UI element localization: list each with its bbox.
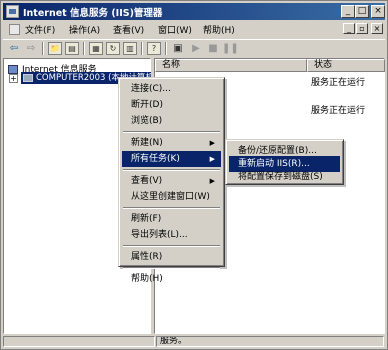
back-arrow-icon[interactable]: ⇦ [7, 42, 21, 55]
submenu-item-label: 备份/还原配置(B)... [238, 146, 317, 156]
status-text: 服务。 [156, 336, 384, 347]
mdi-restore-button[interactable]: ▫ [356, 23, 368, 34]
computer-icon[interactable]: ▣ [171, 42, 185, 55]
toolbar-separator [165, 42, 167, 55]
context-menu-item[interactable]: 新建(N) ▶ [122, 135, 221, 151]
close-button[interactable]: × [371, 5, 385, 18]
context-menu-item-label: 所有任务(K) [131, 154, 180, 164]
menu-separator [123, 245, 220, 247]
list-item-status[interactable]: 服务正在运行 [311, 75, 365, 88]
mdi-minimize-button[interactable]: _ [343, 23, 355, 34]
submenu-item-label: 重新启动 IIS(R)... [238, 159, 310, 169]
refresh-icon[interactable]: ↻ [106, 42, 120, 55]
context-menu-item[interactable]: 属性(R) [122, 249, 221, 265]
context-menu-item[interactable]: 导出列表(L)... [122, 227, 221, 243]
column-header-status[interactable]: 状态 [307, 59, 385, 72]
context-menu-item-label: 刷新(F) [131, 214, 162, 224]
iis-app-icon[interactable] [6, 5, 19, 18]
child-window-icon[interactable] [9, 24, 20, 35]
context-menu-item[interactable]: 断开(D) [122, 97, 221, 113]
context-menu-item-label: 浏览(B) [131, 116, 163, 126]
context-menu-item[interactable]: 刷新(F) [122, 211, 221, 227]
menu-file[interactable]: 文件(F) [25, 23, 55, 36]
menu-separator [123, 207, 220, 209]
context-menu-item-label: 属性(R) [131, 252, 163, 262]
console-tree-icon[interactable]: ▤ [65, 42, 79, 55]
submenu-arrow-icon: ▶ [209, 177, 215, 185]
context-menu: 连接(C)... 断开(D) 浏览(B) 新建(N) ▶ 所有任务(K) ▶ 查看(V) ▶ 从这… [118, 77, 225, 284]
menu-bar: 文件(F) 操作(A) 查看(V) 窗口(W) 帮助(H) _ ▫ × [3, 21, 385, 38]
context-menu-item-label: 导出列表(L)... [131, 230, 188, 240]
window-title: Internet 信息服务 (IIS)管理器 [23, 8, 163, 19]
pause-icon[interactable]: ❚❚ [222, 42, 239, 55]
context-menu-item-label: 帮助(H) [131, 274, 163, 284]
submenu-item-label: 将配置保存到磁盘(S) [238, 172, 323, 182]
context-menu-item[interactable]: 从这里创建窗口(W) [122, 189, 221, 205]
play-icon[interactable]: ▶ [189, 42, 203, 55]
menu-view[interactable]: 查看(V) [113, 23, 144, 36]
context-menu-item[interactable]: 连接(C)... [122, 81, 221, 97]
up-folder-icon[interactable]: 📁 [48, 42, 62, 55]
forward-arrow-icon[interactable]: ⇨ [24, 42, 38, 55]
menu-action[interactable]: 操作(A) [69, 23, 100, 36]
menu-separator [123, 169, 220, 171]
context-menu-item[interactable]: 浏览(B) [122, 113, 221, 129]
menu-help[interactable]: 帮助(H) [203, 23, 235, 36]
context-menu-item[interactable]: 帮助(H) [122, 271, 221, 287]
iis-icon [8, 65, 18, 74]
menu-separator [123, 131, 220, 133]
help-icon[interactable]: ? [147, 42, 161, 55]
export-icon[interactable]: ▥ [123, 42, 137, 55]
toolbar-separator [83, 42, 85, 55]
status-pane-empty [3, 336, 155, 347]
context-menu-item-label: 断开(D) [131, 100, 163, 110]
list-item-status[interactable]: 服务正在运行 [311, 103, 365, 116]
context-menu-item-label: 从这里创建窗口(W) [131, 192, 210, 202]
menu-window[interactable]: 窗口(W) [158, 23, 192, 36]
submenu-item[interactable]: 将配置保存到磁盘(S) [229, 169, 340, 185]
context-menu-item-label: 查看(V) [131, 176, 163, 186]
status-bar: 服务。 [3, 335, 385, 348]
column-header-name[interactable]: 名称 [155, 59, 307, 72]
context-menu-item-label: 新建(N) [131, 138, 163, 148]
context-menu-item-label: 连接(C)... [131, 84, 171, 94]
maximize-button[interactable]: □ [355, 5, 369, 18]
context-menu-item[interactable]: 查看(V) ▶ [122, 173, 221, 189]
submenu-arrow-icon: ▶ [209, 155, 215, 163]
expand-icon[interactable]: + [9, 74, 18, 83]
stop-icon[interactable]: ■ [206, 42, 220, 55]
title-bar[interactable]: Internet 信息服务 (IIS)管理器 _ □ × [3, 3, 385, 20]
all-tasks-submenu: 备份/还原配置(B)... 重新启动 IIS(R)... 将配置保存到磁盘(S) [225, 139, 344, 185]
submenu-arrow-icon: ▶ [209, 139, 215, 147]
toolbar: ⇦ ⇨ 📁 ▤ ▦ ↻ ▥ ? ▣ ▶ ■ ❚❚ [3, 39, 385, 57]
computer-icon [23, 73, 33, 82]
menu-separator [123, 267, 220, 269]
toolbar-separator [42, 42, 44, 55]
context-menu-item[interactable]: 所有任务(K) ▶ [122, 151, 221, 167]
minimize-button[interactable]: _ [341, 5, 355, 18]
mdi-close-button[interactable]: × [371, 23, 383, 34]
toolbar-separator [141, 42, 143, 55]
properties-icon[interactable]: ▦ [89, 42, 103, 55]
